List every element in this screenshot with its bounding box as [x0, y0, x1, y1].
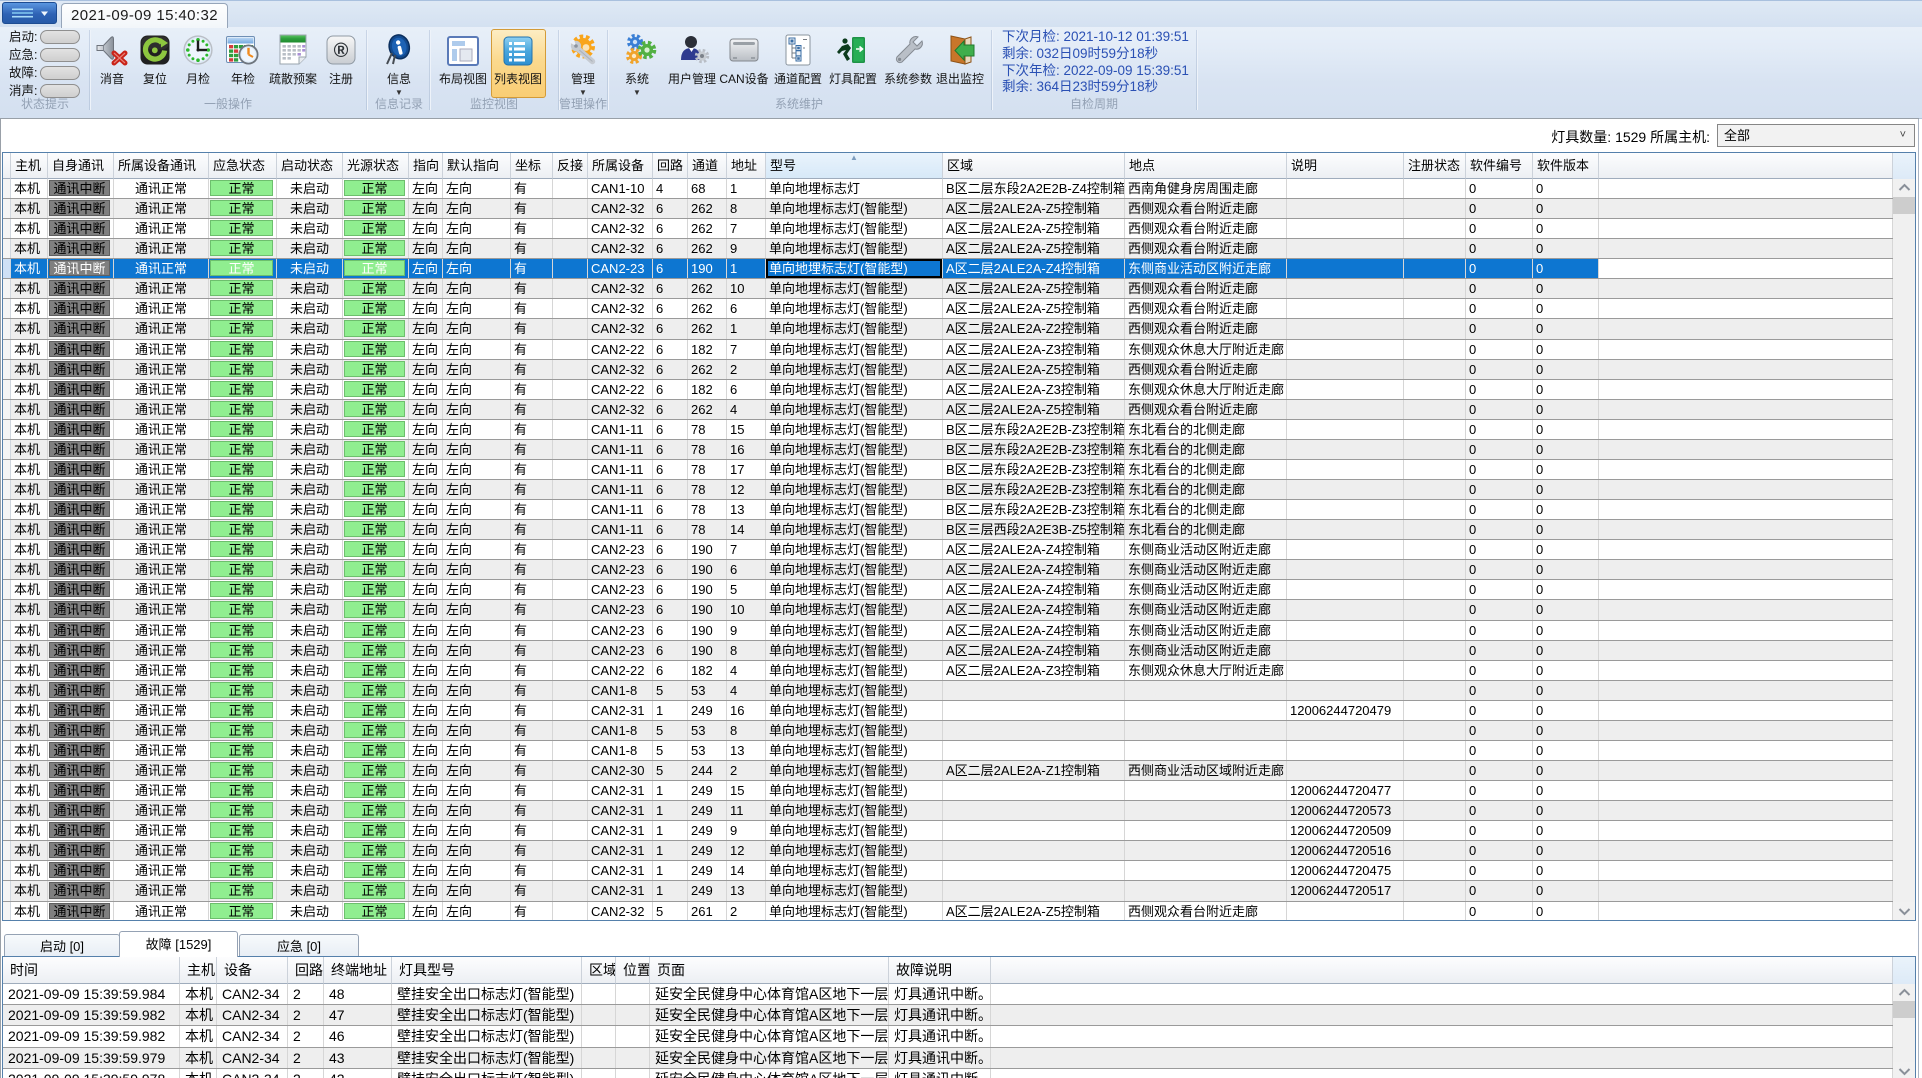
svg-text:®: ®	[334, 40, 349, 62]
